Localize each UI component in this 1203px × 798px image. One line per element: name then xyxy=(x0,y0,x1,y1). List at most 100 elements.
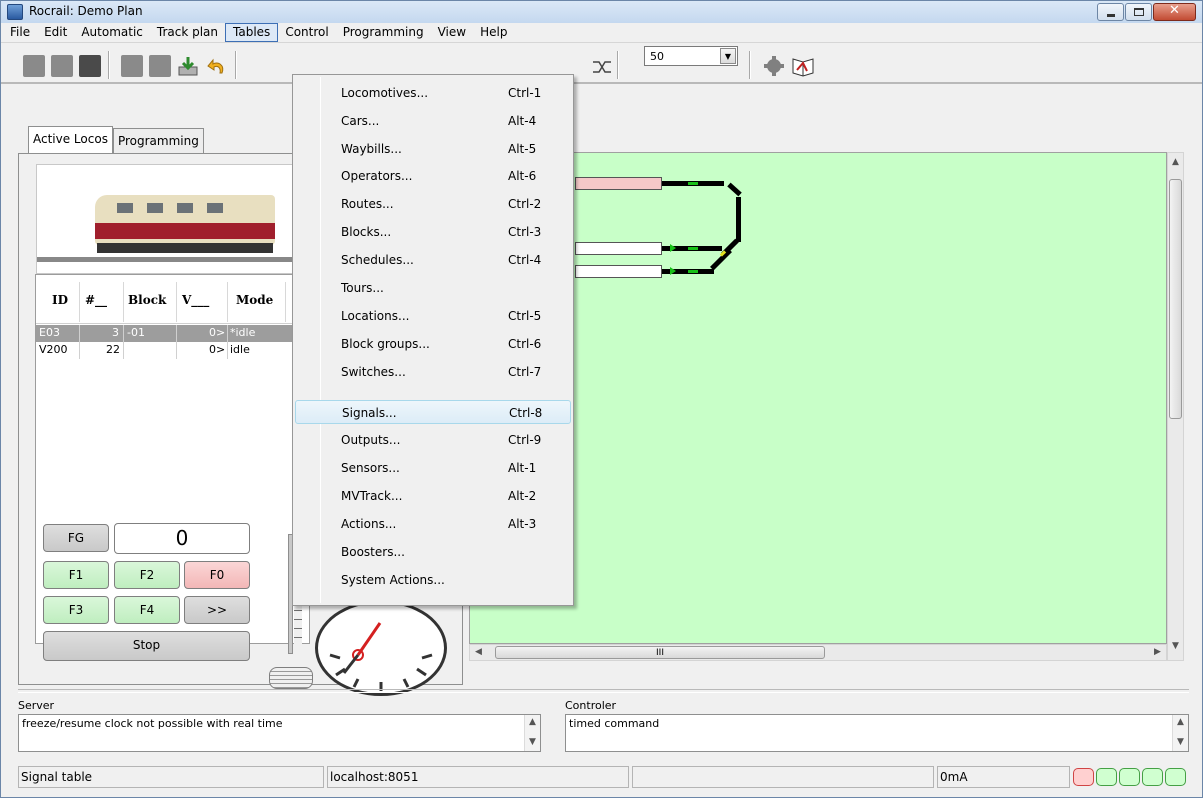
menu-edit[interactable]: Edit xyxy=(37,23,74,42)
sensor-marker[interactable] xyxy=(688,182,698,185)
menu-automatic[interactable]: Automatic xyxy=(74,23,150,42)
menu-item-sensors[interactable]: Sensors... Alt-1 xyxy=(295,456,571,480)
menu-programming[interactable]: Programming xyxy=(336,23,431,42)
menu-item-label: Outputs... xyxy=(341,433,401,447)
server-log-scrollbar[interactable]: ▲ ▼ xyxy=(524,715,540,751)
track-segment[interactable] xyxy=(727,182,742,197)
menu-view[interactable]: View xyxy=(431,23,473,42)
loco-stripe xyxy=(95,223,275,239)
block-occupied[interactable] xyxy=(575,177,662,190)
table-row[interactable]: E03 3 -01 0> *idle xyxy=(36,325,309,342)
auto-off-icon[interactable] xyxy=(149,55,171,77)
menu-item-signals[interactable]: Signals... Ctrl-8 xyxy=(295,400,571,424)
tab-active-locos[interactable]: Active Locos xyxy=(28,126,113,154)
controller-log[interactable]: timed command ▲ ▼ xyxy=(565,714,1189,752)
block[interactable] xyxy=(575,242,662,255)
window-controls: ✕ xyxy=(1096,3,1196,21)
scroll-down-icon[interactable]: ▼ xyxy=(1172,641,1179,651)
sensor-marker[interactable] xyxy=(688,247,698,250)
more-functions-button[interactable]: >> xyxy=(184,596,250,624)
speed-step-combo[interactable]: 50 ▼ xyxy=(644,46,738,66)
power-off-icon[interactable] xyxy=(51,55,73,77)
emergency-break-icon[interactable] xyxy=(79,55,101,77)
menu-item-schedules[interactable]: Schedules... Ctrl-4 xyxy=(295,248,571,272)
scroll-up-icon[interactable]: ▲ xyxy=(1177,717,1184,727)
controller-log-label: Controler xyxy=(565,699,617,712)
stop-button[interactable]: Stop xyxy=(43,631,250,661)
chevron-down-icon[interactable]: ▼ xyxy=(720,48,736,64)
column-header-mode[interactable]: Mode xyxy=(236,293,273,307)
menu-control[interactable]: Control xyxy=(278,23,335,42)
undo-icon[interactable] xyxy=(206,55,228,77)
menu-item-locations[interactable]: Locations... Ctrl-5 xyxy=(295,304,571,328)
fg-button[interactable]: FG xyxy=(43,524,109,552)
plan-vertical-scroll-thumb[interactable] xyxy=(1169,179,1182,419)
track-segment[interactable] xyxy=(736,197,741,242)
app-window: Rocrail: Demo Plan ✕ File Edit Automatic… xyxy=(0,0,1203,798)
shuffle-icon[interactable] xyxy=(591,56,611,78)
menu-item-system-actions[interactable]: System Actions... xyxy=(295,568,571,592)
plan-vertical-scrollbar[interactable]: ▲ ▼ xyxy=(1167,152,1184,661)
controller-log-scrollbar[interactable]: ▲ ▼ xyxy=(1172,715,1188,751)
menu-help[interactable]: Help xyxy=(473,23,514,42)
maximize-button[interactable] xyxy=(1125,3,1152,21)
sensor-marker[interactable] xyxy=(688,270,698,273)
scroll-left-icon[interactable]: ◀ xyxy=(475,647,482,657)
column-separator xyxy=(123,282,124,322)
menu-item-operators[interactable]: Operators... Alt-6 xyxy=(295,164,571,188)
menu-item-shortcut: Ctrl-2 xyxy=(508,197,542,211)
download-icon[interactable] xyxy=(177,55,199,77)
menu-item-waybills[interactable]: Waybills... Alt-5 xyxy=(295,137,571,161)
menu-item-blocks[interactable]: Blocks... Ctrl-3 xyxy=(295,220,571,244)
auto-on-icon[interactable] xyxy=(121,55,143,77)
title-bar[interactable]: Rocrail: Demo Plan ✕ xyxy=(1,1,1202,23)
menu-item-routes[interactable]: Routes... Ctrl-2 xyxy=(295,192,571,216)
scroll-down-icon[interactable]: ▼ xyxy=(1177,737,1184,747)
f4-button[interactable]: F4 xyxy=(114,596,180,624)
settings-icon[interactable] xyxy=(763,55,785,77)
minimize-button[interactable] xyxy=(1097,3,1124,21)
f3-button[interactable]: F3 xyxy=(43,596,109,624)
tab-programming[interactable]: Programming xyxy=(112,128,204,153)
f1-button[interactable]: F1 xyxy=(43,561,109,589)
column-header-number[interactable]: #__ xyxy=(85,293,107,307)
menu-item-shortcut: Ctrl-3 xyxy=(508,225,542,239)
menu-file[interactable]: File xyxy=(3,23,37,42)
f0-button[interactable]: F0 xyxy=(184,561,250,589)
scroll-right-icon[interactable]: ▶ xyxy=(1154,647,1161,657)
menu-item-label: Routes... xyxy=(341,197,394,211)
scroll-down-icon[interactable]: ▼ xyxy=(529,737,536,747)
menu-item-cars[interactable]: Cars... Alt-4 xyxy=(295,109,571,133)
plan-horizontal-scrollbar[interactable]: ◀ III ▶ xyxy=(469,644,1167,661)
menu-item-outputs[interactable]: Outputs... Ctrl-9 xyxy=(295,428,571,452)
scroll-up-icon[interactable]: ▲ xyxy=(1172,157,1179,167)
menu-item-mvtrack[interactable]: MVTrack... Alt-2 xyxy=(295,484,571,508)
column-header-block[interactable]: Block xyxy=(128,293,166,307)
block[interactable] xyxy=(575,265,662,278)
column-header-speed[interactable]: V___ xyxy=(182,293,209,307)
column-separator xyxy=(285,282,286,322)
menu-item-block-groups[interactable]: Block groups... Ctrl-6 xyxy=(295,332,571,356)
menu-item-label: Switches... xyxy=(341,365,406,379)
menu-item-boosters[interactable]: Boosters... xyxy=(295,540,571,564)
table-row[interactable]: V200 22 0> idle xyxy=(36,342,309,359)
menu-tables[interactable]: Tables xyxy=(225,23,279,42)
column-header-id[interactable]: ID xyxy=(52,293,68,307)
menu-item-actions[interactable]: Actions... Alt-3 xyxy=(295,512,571,536)
column-separator xyxy=(227,342,228,359)
menu-item-locomotives[interactable]: Locomotives... Ctrl-1 xyxy=(295,81,571,105)
close-button[interactable]: ✕ xyxy=(1153,3,1196,21)
f2-button[interactable]: F2 xyxy=(114,561,180,589)
manual-book-icon[interactable] xyxy=(791,55,814,77)
log-splitter[interactable] xyxy=(18,689,1189,693)
scroll-up-icon[interactable]: ▲ xyxy=(529,717,536,727)
menu-track-plan[interactable]: Track plan xyxy=(150,23,225,42)
plan-horizontal-scroll-thumb[interactable]: III xyxy=(495,646,825,659)
menu-item-tours[interactable]: Tours... xyxy=(295,276,571,300)
menu-item-switches[interactable]: Switches... Ctrl-7 xyxy=(295,360,571,384)
power-on-icon[interactable] xyxy=(23,55,45,77)
minimize-icon xyxy=(1107,14,1115,17)
menu-item-label: Sensors... xyxy=(341,461,400,475)
server-log[interactable]: freeze/resume clock not possible with re… xyxy=(18,714,541,752)
throttle-handle[interactable] xyxy=(269,667,313,689)
